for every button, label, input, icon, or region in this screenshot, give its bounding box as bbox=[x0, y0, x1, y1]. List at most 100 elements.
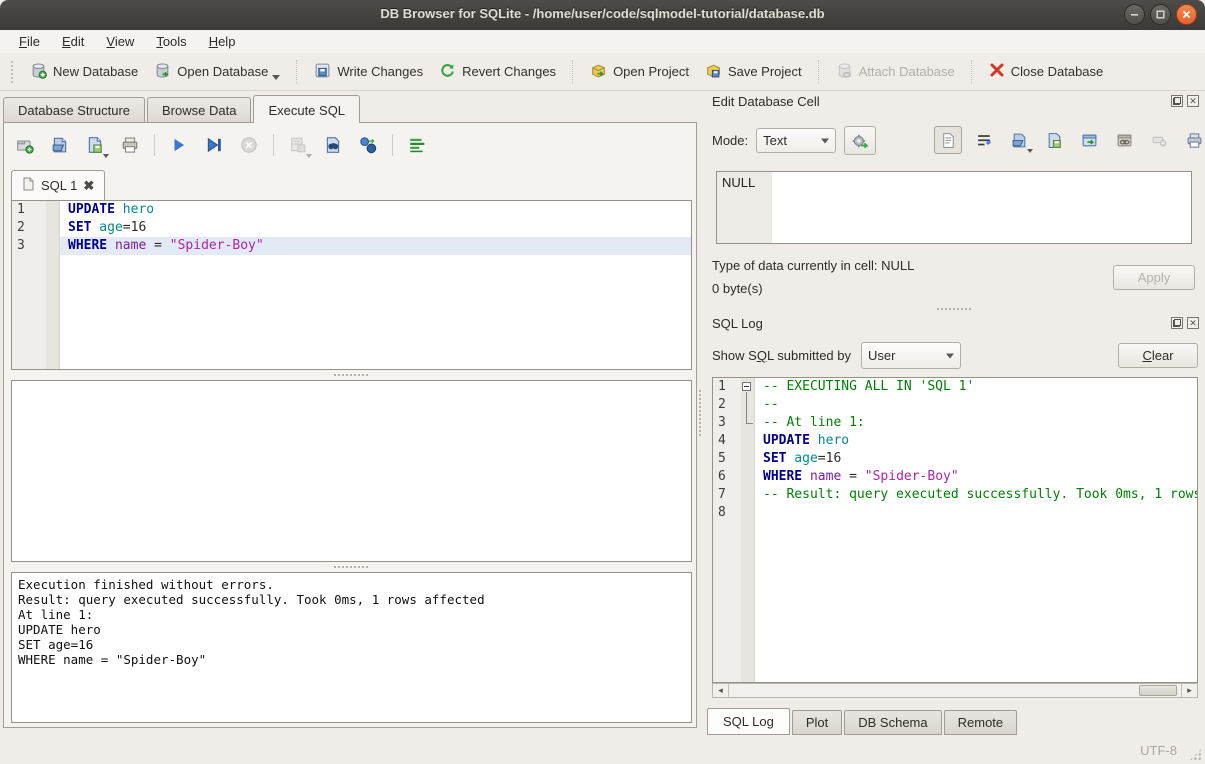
message-line: Result: query executed successfully. Too… bbox=[18, 592, 685, 607]
open-project-button[interactable]: Open Project bbox=[582, 58, 697, 86]
tab-remote[interactable]: Remote bbox=[944, 710, 1018, 735]
left-pane: Database Structure Browse Data Execute S… bbox=[0, 90, 702, 735]
print-cell-icon[interactable] bbox=[1181, 127, 1205, 153]
print-icon[interactable] bbox=[117, 132, 143, 158]
find-icon[interactable] bbox=[320, 132, 346, 158]
maximize-icon[interactable] bbox=[1150, 4, 1171, 25]
close-database-button[interactable]: Close Database bbox=[981, 58, 1112, 85]
save-sql-file-icon[interactable] bbox=[82, 132, 108, 158]
log-line: 4 UPDATE hero bbox=[713, 432, 1197, 450]
open-external-icon[interactable] bbox=[1076, 127, 1102, 153]
minimize-icon[interactable] bbox=[1124, 4, 1145, 25]
sql-file-icon bbox=[22, 177, 35, 194]
dock-float-icon[interactable] bbox=[1171, 317, 1183, 329]
resize-grip[interactable] bbox=[1189, 748, 1202, 761]
apply-button[interactable]: Apply bbox=[1113, 265, 1195, 290]
close-database-icon bbox=[989, 62, 1005, 81]
title-bar[interactable]: DB Browser for SQLite - /home/user/code/… bbox=[0, 0, 1205, 31]
dock-close-icon[interactable]: ✕ bbox=[1187, 317, 1199, 329]
scroll-left-icon[interactable]: ◂ bbox=[713, 684, 728, 697]
clear-log-button[interactable]: Clear bbox=[1118, 343, 1198, 368]
menu-help[interactable]: Help bbox=[200, 32, 245, 51]
panel-splitter[interactable] bbox=[699, 390, 701, 436]
find-replace-icon[interactable] bbox=[355, 132, 381, 158]
mode-label: Mode: bbox=[712, 133, 748, 148]
dock-splitter[interactable] bbox=[937, 308, 971, 310]
log-line: 2 -- bbox=[713, 396, 1197, 414]
link-data-icon[interactable] bbox=[1111, 127, 1137, 153]
new-database-button[interactable]: New Database bbox=[22, 58, 146, 86]
results-grid[interactable] bbox=[11, 380, 692, 562]
message-line: UPDATE hero bbox=[18, 622, 685, 637]
edit-cell-dock-title: Edit Database Cell bbox=[712, 94, 820, 109]
apply-cell-icon[interactable] bbox=[844, 126, 876, 155]
save-project-icon bbox=[705, 62, 722, 82]
scroll-thumb[interactable] bbox=[1139, 685, 1177, 696]
sql-log-controls: Show SQL submitted by User Clear bbox=[712, 342, 1198, 369]
save-project-button[interactable]: Save Project bbox=[697, 58, 810, 86]
menu-view[interactable]: View bbox=[97, 32, 143, 51]
log-line: 3 -- At line 1: bbox=[713, 414, 1197, 432]
open-database-menu-caret[interactable] bbox=[272, 75, 280, 80]
revert-changes-button[interactable]: Revert Changes bbox=[431, 58, 564, 86]
new-sql-tab-icon[interactable] bbox=[12, 132, 38, 158]
toolbar-grip[interactable] bbox=[11, 61, 17, 83]
tab-db-schema[interactable]: DB Schema bbox=[844, 710, 941, 735]
mode-select[interactable]: Text bbox=[756, 128, 836, 153]
attach-database-button[interactable]: Attach Database bbox=[828, 58, 963, 86]
tab-execute-sql[interactable]: Execute SQL bbox=[253, 95, 360, 123]
attach-database-icon bbox=[836, 62, 853, 82]
menu-tools[interactable]: Tools bbox=[147, 32, 195, 51]
app-window: DB Browser for SQLite - /home/user/code/… bbox=[0, 0, 1205, 764]
open-database-button[interactable]: Open Database bbox=[146, 58, 288, 86]
export-data-icon[interactable] bbox=[1041, 127, 1067, 153]
save-results-icon[interactable] bbox=[285, 132, 311, 158]
format-sql-icon[interactable] bbox=[404, 132, 430, 158]
log-filter-select[interactable]: User bbox=[861, 342, 961, 369]
dock-close-icon[interactable]: ✕ bbox=[1187, 95, 1199, 107]
sql-log-dock-title: SQL Log bbox=[712, 316, 763, 331]
sql-editor[interactable]: 1 UPDATE hero 2 SET age=16 3 WHERE name … bbox=[11, 200, 692, 370]
execute-all-icon[interactable] bbox=[166, 132, 192, 158]
menu-file[interactable]: File bbox=[10, 32, 49, 51]
sql-editor-toolbar bbox=[12, 130, 430, 160]
revert-changes-icon bbox=[439, 62, 456, 82]
cell-editor[interactable]: NULL bbox=[716, 171, 1192, 244]
fold-marker-icon[interactable] bbox=[742, 382, 751, 391]
close-icon[interactable] bbox=[1176, 4, 1197, 25]
tab-browse-data[interactable]: Browse Data bbox=[147, 97, 251, 123]
open-database-icon bbox=[154, 62, 171, 82]
execute-current-line-icon[interactable] bbox=[201, 132, 227, 158]
log-line: 6 WHERE name = "Spider-Boy" bbox=[713, 468, 1197, 486]
text-mode-icon[interactable] bbox=[934, 126, 962, 154]
word-wrap-icon[interactable] bbox=[971, 127, 997, 153]
sql-document-tab[interactable]: SQL 1 ✖ bbox=[11, 170, 105, 200]
open-sql-file-icon[interactable] bbox=[47, 132, 73, 158]
tab-plot[interactable]: Plot bbox=[792, 710, 842, 735]
editor-line-current: 3 WHERE name = "Spider-Boy" bbox=[12, 237, 691, 255]
tab-database-structure[interactable]: Database Structure bbox=[3, 97, 145, 123]
status-bar: UTF-8 bbox=[0, 735, 1205, 764]
edit-cell-controls: Mode: Text bbox=[712, 126, 876, 155]
dock-float-icon[interactable] bbox=[1171, 95, 1183, 107]
import-data-icon[interactable] bbox=[1006, 127, 1032, 153]
execution-message-area[interactable]: Execution finished without errors. Resul… bbox=[11, 572, 692, 723]
tab-sql-log[interactable]: SQL Log bbox=[707, 708, 790, 735]
set-null-icon[interactable] bbox=[1146, 127, 1172, 153]
cell-value: NULL bbox=[717, 172, 772, 243]
log-filter-label: Show SQL submitted by bbox=[712, 348, 851, 363]
stop-icon[interactable] bbox=[236, 132, 262, 158]
execute-sql-page: SQL 1 ✖ 1 UPDATE hero 2 SET age=16 bbox=[3, 122, 697, 728]
results-message-splitter[interactable] bbox=[334, 566, 368, 568]
sql-log-view[interactable]: 1 -- EXECUTING ALL IN 'SQL 1' 2 -- 3 -- … bbox=[712, 377, 1198, 683]
log-horizontal-scrollbar[interactable]: ◂ ▸ bbox=[712, 683, 1198, 698]
log-line: 7 -- Result: query executed successfully… bbox=[713, 486, 1197, 504]
new-database-icon bbox=[30, 62, 47, 82]
editor-results-splitter[interactable] bbox=[334, 374, 368, 376]
editor-line: 1 UPDATE hero bbox=[12, 201, 691, 219]
menu-edit[interactable]: Edit bbox=[53, 32, 93, 51]
scroll-right-icon[interactable]: ▸ bbox=[1182, 684, 1197, 697]
write-changes-button[interactable]: Write Changes bbox=[306, 58, 431, 86]
close-sql-tab-icon[interactable]: ✖ bbox=[83, 180, 94, 191]
message-line: Execution finished without errors. bbox=[18, 577, 685, 592]
